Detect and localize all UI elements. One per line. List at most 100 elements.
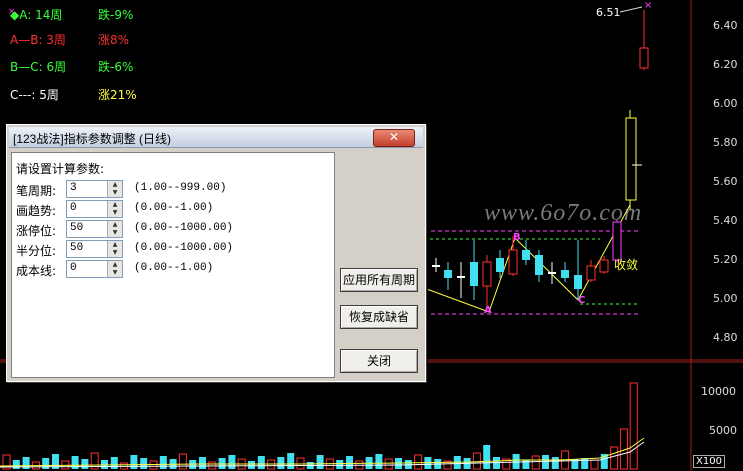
param-label: 笔周期: <box>16 184 57 198</box>
param-row: 涨停位: 50 ▲ ▼ (0.00--1000.00) <box>16 220 332 238</box>
watermark: www.6o7o.com <box>484 200 643 226</box>
high-pointer <box>619 6 643 13</box>
volume-bar <box>199 457 206 469</box>
volume-bar <box>287 453 295 469</box>
param-range: (0.00--1000.00) <box>134 222 234 234</box>
param-label: 成本线: <box>16 264 57 278</box>
volume-bar <box>581 458 589 469</box>
volume-bar <box>159 456 167 469</box>
volume-bar <box>375 454 383 469</box>
param-row: 半分位: 50 ▲ ▼ (0.00--1000.00) <box>16 240 332 258</box>
volume-bar <box>590 459 599 470</box>
price-tick: 5.20 <box>713 253 738 266</box>
price-tick: 5.00 <box>713 292 738 305</box>
params-panel: 请设置计算参数: 笔周期: 3 ▲ ▼ (1.00--999.00) 画趋势: 0 ▲… <box>11 152 335 378</box>
volume-bar <box>81 459 89 469</box>
bc-line-period: B—C: 6周 <box>10 60 67 74</box>
c-line-period: C---: 5周 <box>10 88 59 102</box>
volume-bar <box>542 455 549 469</box>
params-heading: 请设置计算参数: <box>16 162 105 176</box>
marker-a: A <box>484 305 492 316</box>
volume-bar <box>42 458 50 469</box>
close-icon[interactable]: ✕ <box>373 129 415 147</box>
parameter-dialog: [123战法]指标参数调整 (日线) ✕ 请设置计算参数: 笔周期: 3 ▲ ▼ (… <box>6 124 426 382</box>
volume-bar <box>346 456 353 469</box>
param-value[interactable]: 3 <box>70 182 77 194</box>
price-tick: 5.80 <box>713 136 738 149</box>
restore-default-button[interactable]: 恢复成缺省 <box>340 305 418 329</box>
stepper-arrows-icon[interactable]: ▲ ▼ <box>107 241 122 257</box>
volume-bar <box>228 455 236 469</box>
stepper-arrows-icon[interactable]: ▲ ▼ <box>107 201 122 217</box>
dialog-title: [123战法]指标参数调整 (日线) <box>13 132 172 146</box>
param-range: (0.00--1.00) <box>134 202 214 214</box>
volume-bar <box>483 445 491 469</box>
volume-tick: 5000 <box>709 424 737 437</box>
param-range: (1.00--999.00) <box>134 182 227 194</box>
param-value[interactable]: 50 <box>70 242 83 254</box>
volume-bar <box>218 458 226 469</box>
param-stepper[interactable]: 0 ▲ ▼ <box>66 260 123 278</box>
stepper-arrows-icon[interactable]: ▲ ▼ <box>107 181 122 197</box>
price-tick: 4.80 <box>713 331 738 344</box>
volume-bar <box>512 454 520 469</box>
price-tick: 6.40 <box>713 19 738 32</box>
param-label: 画趋势: <box>16 204 57 218</box>
price-tick: 5.40 <box>713 214 738 227</box>
param-stepper[interactable]: 3 ▲ ▼ <box>66 180 123 198</box>
param-row: 成本线: 0 ▲ ▼ (0.00--1.00) <box>16 260 332 278</box>
stepper-arrows-icon[interactable]: ▲ ▼ <box>107 221 122 237</box>
volume-bar <box>178 453 187 470</box>
chart-window: × × 6.40 6.20 6.00 5.80 5.60 5.40 5.20 5… <box>0 0 743 471</box>
param-label: 涨停位: <box>16 224 57 238</box>
stepper-arrows-icon[interactable]: ▲ ▼ <box>107 261 122 277</box>
close-button[interactable]: 关闭 <box>340 349 418 373</box>
param-row: 笔周期: 3 ▲ ▼ (1.00--999.00) <box>16 180 332 198</box>
volume-bar <box>248 461 255 469</box>
volume-bar <box>610 446 619 470</box>
volume-bar <box>629 382 638 470</box>
volume-bar <box>130 455 138 469</box>
a-line-period: ◆A: 14周 <box>10 8 63 22</box>
volume-bar <box>414 454 423 470</box>
volume-tick: 10000 <box>701 385 736 398</box>
volume-bar <box>384 458 393 470</box>
volume-bar <box>531 455 540 470</box>
volume-bar <box>267 459 276 470</box>
high-price-label: 6.51 <box>596 6 621 19</box>
dialog-titlebar[interactable]: [123战法]指标参数调整 (日线) ✕ <box>9 127 423 148</box>
param-value[interactable]: 50 <box>70 222 83 234</box>
volume-bar <box>110 457 118 469</box>
volume-unit-label: X100 <box>693 455 725 468</box>
high-marker-x: × <box>644 0 652 11</box>
c-line-change: 涨21% <box>98 88 137 102</box>
param-value[interactable]: 0 <box>70 262 77 274</box>
param-range: (0.00--1.00) <box>134 262 214 274</box>
volume-bar <box>551 457 559 469</box>
volume-bar <box>316 455 324 469</box>
volume-bar <box>12 460 20 469</box>
volume-bar <box>257 456 265 469</box>
param-stepper[interactable]: 0 ▲ ▼ <box>66 200 123 218</box>
volume-bar <box>277 457 285 469</box>
param-stepper[interactable]: 50 ▲ ▼ <box>66 220 123 238</box>
a-line-change: 跌-9% <box>98 8 134 22</box>
marker-b: B <box>513 232 521 243</box>
ab-line-change: 涨8% <box>98 33 130 47</box>
volume-bar <box>336 460 344 469</box>
price-tick: 5.60 <box>713 175 738 188</box>
price-tick: 6.20 <box>713 58 738 71</box>
volume-bar <box>472 452 481 470</box>
ab-line-period: A—B: 3周 <box>10 33 66 47</box>
price-tick: 6.00 <box>713 97 738 110</box>
volume-bar <box>149 460 158 470</box>
param-range: (0.00--1000.00) <box>134 242 234 254</box>
converge-label: 收敛 <box>614 258 639 272</box>
param-value[interactable]: 0 <box>70 202 77 214</box>
bc-line-change: 跌-6% <box>98 60 134 74</box>
marker-c: C <box>578 295 586 306</box>
param-stepper[interactable]: 50 ▲ ▼ <box>66 240 123 258</box>
param-label: 半分位: <box>16 244 57 258</box>
apply-all-periods-button[interactable]: 应用所有周期 <box>340 268 418 292</box>
param-row: 画趋势: 0 ▲ ▼ (0.00--1.00) <box>16 200 332 218</box>
